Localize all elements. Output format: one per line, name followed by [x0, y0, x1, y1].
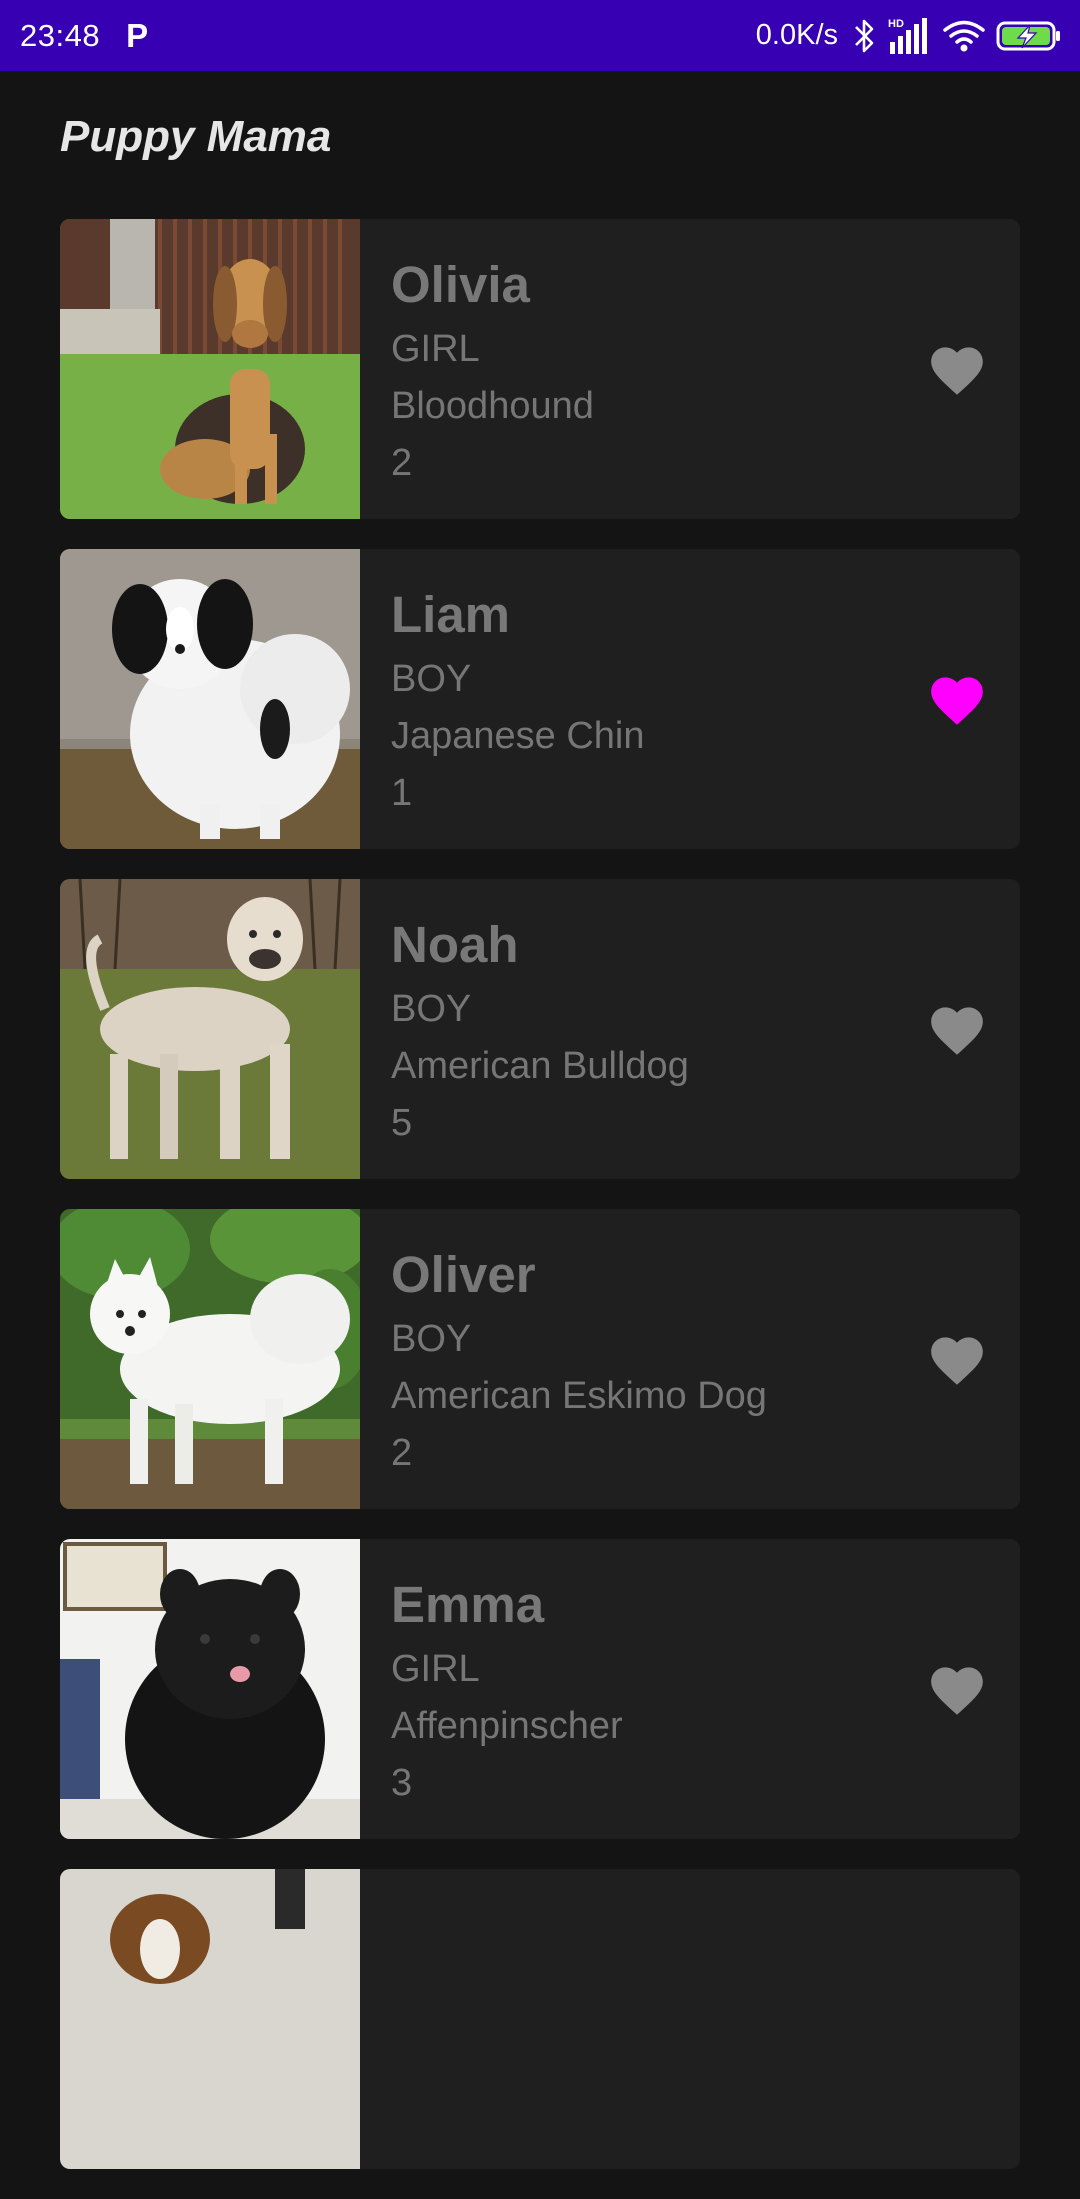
puppy-gender: BOY [391, 658, 472, 700]
wifi-icon [942, 18, 986, 54]
puppy-info: Oliver BOY American Eskimo Dog 2 [391, 1245, 767, 1482]
puppy-breed: Bloodhound [391, 385, 594, 427]
american-bulldog-photo [60, 879, 360, 1179]
japanese-chin-photo [60, 549, 360, 849]
puppy-age: 3 [391, 1762, 413, 1804]
signal-icon: HD [886, 16, 932, 56]
american-eskimo-dog-photo [60, 1209, 360, 1509]
favorite-heart-icon[interactable] [926, 339, 988, 399]
puppy-breed: Affenpinscher [391, 1705, 623, 1747]
terrier-photo [60, 1869, 360, 2169]
puppy-photo [60, 549, 360, 849]
puppy-info: Emma GIRL Affenpinscher 3 [391, 1575, 623, 1812]
puppy-photo [60, 1539, 360, 1839]
battery-charging-icon [996, 20, 1062, 52]
puppy-photo [60, 1869, 360, 2169]
puppy-age: 2 [391, 1432, 413, 1474]
favorite-heart-icon[interactable] [926, 999, 988, 1059]
puppy-card[interactable] [60, 1869, 1020, 2169]
puppy-photo [60, 879, 360, 1179]
puppy-gender: BOY [391, 1318, 472, 1360]
puppy-card[interactable]: Olivia GIRL Bloodhound 2 [60, 219, 1020, 519]
puppy-breed: Japanese Chin [391, 715, 645, 757]
puppy-info: Olivia GIRL Bloodhound 2 [391, 255, 594, 492]
bloodhound-photo [60, 219, 360, 519]
puppy-name: Emma [391, 1576, 545, 1633]
puppy-gender: GIRL [391, 328, 480, 370]
puppy-photo [60, 219, 360, 519]
puppy-gender: BOY [391, 988, 472, 1030]
status-bar: 23:48 P 0.0K/s HD [0, 0, 1080, 71]
hd-label: HD [888, 18, 904, 30]
favorite-heart-icon[interactable] [926, 1329, 988, 1389]
puppy-breed: American Eskimo Dog [391, 1375, 767, 1417]
puppy-info: Liam BOY Japanese Chin 1 [391, 585, 645, 822]
puppy-info: Noah BOY American Bulldog 5 [391, 915, 689, 1152]
favorite-heart-icon[interactable] [926, 1659, 988, 1719]
puppy-card[interactable]: Emma GIRL Affenpinscher 3 [60, 1539, 1020, 1839]
puppy-photo [60, 1209, 360, 1509]
app-title: Puppy Mama [60, 112, 332, 161]
status-time: 23:48 [20, 17, 101, 53]
puppy-name: Oliver [391, 1246, 536, 1303]
puppy-name: Liam [391, 586, 511, 643]
bluetooth-icon [852, 18, 876, 54]
network-speed: 0.0K/s [755, 19, 838, 51]
puppy-name: Olivia [391, 256, 530, 313]
affenpinscher-photo [60, 1539, 360, 1839]
puppy-age: 2 [391, 442, 413, 484]
puppy-card[interactable]: Oliver BOY American Eskimo Dog 2 [60, 1209, 1020, 1509]
puppy-age: 5 [391, 1102, 413, 1144]
puppy-age: 1 [391, 772, 413, 814]
parking-app-icon: P [126, 16, 149, 54]
puppy-list[interactable]: Olivia GIRL Bloodhound 2 Liam BOY Japane… [60, 219, 1020, 2199]
puppy-breed: American Bulldog [391, 1045, 689, 1087]
puppy-gender: GIRL [391, 1648, 480, 1690]
favorite-heart-icon[interactable] [926, 669, 988, 729]
puppy-name: Noah [391, 916, 519, 973]
puppy-card[interactable]: Liam BOY Japanese Chin 1 [60, 549, 1020, 849]
puppy-card[interactable]: Noah BOY American Bulldog 5 [60, 879, 1020, 1179]
